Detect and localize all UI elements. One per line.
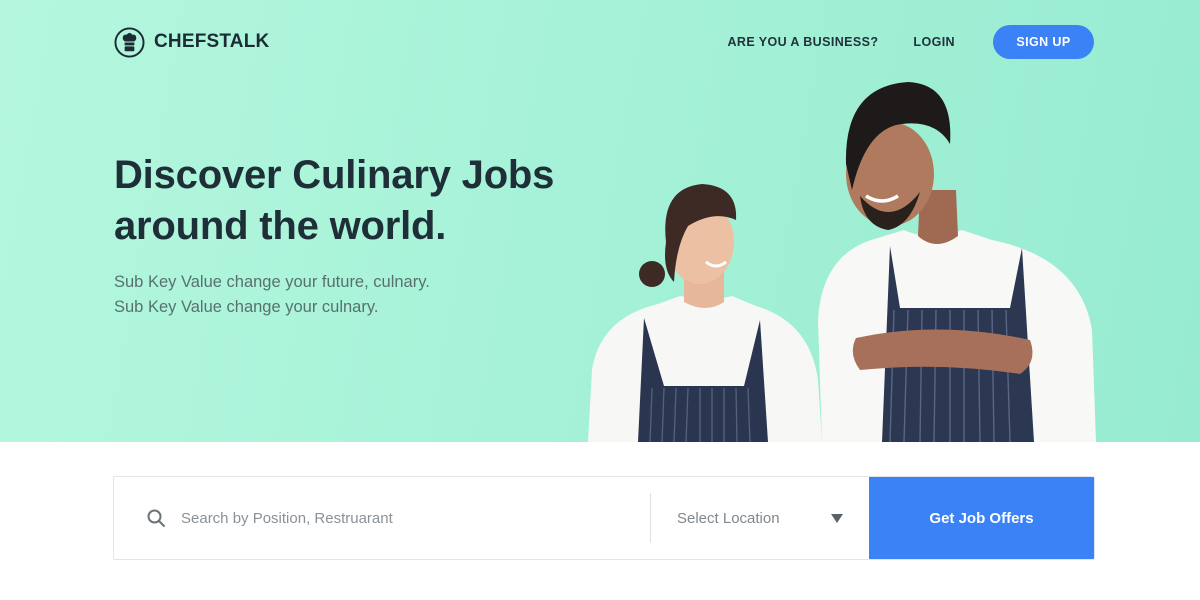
brand-name: CHEFSTALK: [154, 31, 270, 52]
signup-button[interactable]: SIGN UP: [993, 25, 1094, 59]
hero-subtitle-line-1: Sub Key Value change your future, culnar…: [114, 273, 430, 291]
hero-section: CHEFSTALK ARE YOU A BUSINESS? LOGIN SIGN…: [0, 0, 1200, 442]
hero-subtitle: Sub Key Value change your future, culnar…: [114, 270, 534, 320]
job-search-bar: Select Location Get Job Offers: [113, 476, 1095, 560]
brand-logo[interactable]: CHEFSTALK: [114, 26, 269, 58]
female-chef-figure: [588, 184, 822, 442]
hero-headline: Discover Culinary Jobs around the world.: [114, 150, 594, 252]
hero-subtitle-line-2: Sub Key Value change your culnary.: [114, 298, 379, 316]
search-icon: [147, 509, 165, 527]
location-select-label: Select Location: [677, 509, 780, 527]
chefs-illustration: [588, 82, 1096, 442]
position-search-field[interactable]: [114, 477, 650, 559]
top-nav: ARE YOU A BUSINESS? LOGIN SIGN UP: [727, 25, 1094, 59]
location-select[interactable]: Select Location: [651, 477, 869, 559]
male-chef-figure: [818, 82, 1096, 442]
caret-down-icon: [831, 513, 843, 523]
hero-headline-line-2: around the world.: [114, 204, 447, 248]
login-link[interactable]: LOGIN: [913, 35, 955, 49]
get-job-offers-button[interactable]: Get Job Offers: [869, 477, 1094, 559]
hero-headline-line-1: Discover Culinary Jobs: [114, 153, 555, 197]
business-link[interactable]: ARE YOU A BUSINESS?: [727, 35, 878, 49]
position-search-input[interactable]: [181, 498, 650, 538]
chef-hat-logo-icon: [114, 26, 145, 58]
